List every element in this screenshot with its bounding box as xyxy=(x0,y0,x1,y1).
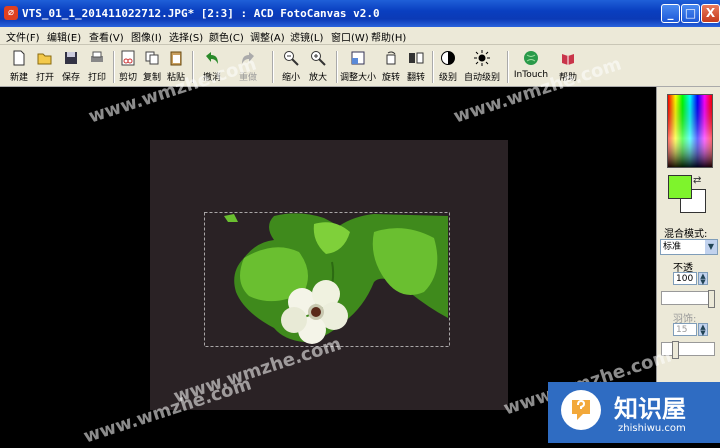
feather-slider-thumb[interactable] xyxy=(672,341,679,359)
new-button[interactable]: 新建 xyxy=(6,48,32,84)
logo-name: 知识屋 xyxy=(614,395,686,423)
rotate-icon xyxy=(386,51,396,65)
blend-mode-label: 混合模式: xyxy=(664,229,708,240)
selected-image-region[interactable] xyxy=(204,212,450,347)
foreground-color-swatch[interactable] xyxy=(668,175,692,199)
menu-view[interactable]: 查看(V) xyxy=(89,29,124,44)
menu-select[interactable]: 选择(S) xyxy=(169,29,203,44)
feather-spin-button[interactable]: ▲ ▼ xyxy=(698,323,708,337)
folder-open-icon xyxy=(37,53,52,65)
menu-color[interactable]: 颜色(C) xyxy=(209,29,244,44)
color-palette[interactable] xyxy=(667,94,713,168)
toolbar-separator xyxy=(113,51,115,83)
copy-button[interactable]: 复制 xyxy=(140,48,164,84)
sun-icon xyxy=(474,50,490,66)
site-logo: 知识屋 zhishiwu.com xyxy=(548,382,720,443)
flip-icon xyxy=(409,52,424,64)
minimize-button[interactable]: _ xyxy=(661,4,680,23)
menu-edit[interactable]: 编辑(E) xyxy=(47,29,81,44)
auto-levels-button[interactable]: 自动级别 xyxy=(462,48,502,84)
help-button[interactable]: 帮助 xyxy=(556,48,580,84)
cut-button[interactable]: 剪切 xyxy=(116,48,140,84)
print-button[interactable]: 打印 xyxy=(84,48,110,84)
intouch-button[interactable]: InTouch xyxy=(510,48,552,84)
flip-button[interactable]: 翻转 xyxy=(405,48,427,84)
menu-bar: 文件(F) 编辑(E) 查看(V) 图像(I) 选择(S) 颜色(C) 调整(A… xyxy=(0,27,720,45)
menu-adjust[interactable]: 调整(A) xyxy=(250,29,285,44)
toolbar-separator xyxy=(192,51,194,83)
open-button[interactable]: 打开 xyxy=(32,48,58,84)
undo-button[interactable]: 撤消 xyxy=(196,48,228,84)
opacity-spin-button[interactable]: ▲ ▼ xyxy=(698,272,708,286)
menu-help[interactable]: 帮助(H) xyxy=(371,29,406,44)
logo-url: zhishiwu.com xyxy=(618,423,686,434)
zoom-in-button[interactable]: 放大 xyxy=(305,48,331,84)
scissors-icon xyxy=(121,50,135,66)
clipboard-icon xyxy=(170,51,182,66)
printer-icon xyxy=(91,51,103,62)
help-book-icon xyxy=(562,54,574,65)
copy-icon xyxy=(145,51,159,65)
menu-image[interactable]: 图像(I) xyxy=(131,29,162,44)
toolbar: 新建 打开 保存 打印 剪切 复制 粘贴 撤消 重做 缩小 放大 调整大小 旋转… xyxy=(0,45,720,87)
contrast-icon xyxy=(441,51,455,65)
opacity-input[interactable]: 100 xyxy=(673,272,697,285)
blend-mode-select[interactable]: 标准 ▼ xyxy=(660,239,718,255)
paste-button[interactable]: 粘贴 xyxy=(164,48,188,84)
rotate-button[interactable]: 旋转 xyxy=(380,48,402,84)
feather-input[interactable]: 15 xyxy=(673,323,697,336)
redo-button[interactable]: 重做 xyxy=(232,48,264,84)
toolbar-separator xyxy=(336,51,338,83)
levels-button[interactable]: 级别 xyxy=(436,48,460,84)
menu-filter[interactable]: 滤镜(L) xyxy=(290,29,323,44)
toolbar-separator xyxy=(432,51,434,83)
globe-icon xyxy=(524,51,538,65)
window-title: VTS_01_1_201411022712.JPG* [2:3] : ACD F… xyxy=(22,7,380,20)
maximize-button[interactable]: □ xyxy=(681,4,700,23)
app-icon[interactable]: ⌀ xyxy=(4,6,18,20)
save-button[interactable]: 保存 xyxy=(58,48,84,84)
undo-arrow-icon xyxy=(206,52,218,64)
resize-icon xyxy=(351,51,365,65)
magnifier-plus-icon xyxy=(311,51,326,66)
blend-mode-value: 标准 xyxy=(663,242,682,252)
magnifier-minus-icon xyxy=(284,51,299,66)
disk-icon xyxy=(65,52,77,64)
redo-arrow-icon xyxy=(242,52,254,64)
feather-slider[interactable] xyxy=(661,341,715,359)
toolbar-separator xyxy=(272,51,274,83)
menu-window[interactable]: 窗口(W) xyxy=(331,29,369,44)
chevron-down-icon[interactable]: ▼ xyxy=(705,240,717,254)
close-button[interactable]: X xyxy=(701,4,720,23)
logo-badge-icon xyxy=(561,390,601,430)
opacity-slider[interactable] xyxy=(661,290,715,308)
resize-button[interactable]: 调整大小 xyxy=(339,48,377,84)
new-file-icon xyxy=(13,50,25,66)
menu-file[interactable]: 文件(F) xyxy=(6,29,40,44)
zoom-out-button[interactable]: 缩小 xyxy=(278,48,304,84)
toolbar-separator xyxy=(507,51,509,83)
opacity-slider-thumb[interactable] xyxy=(708,290,715,308)
swap-colors-icon[interactable]: ⇄ xyxy=(693,175,701,186)
title-bar: ⌀ VTS_01_1_201411022712.JPG* [2:3] : ACD… xyxy=(0,0,720,27)
